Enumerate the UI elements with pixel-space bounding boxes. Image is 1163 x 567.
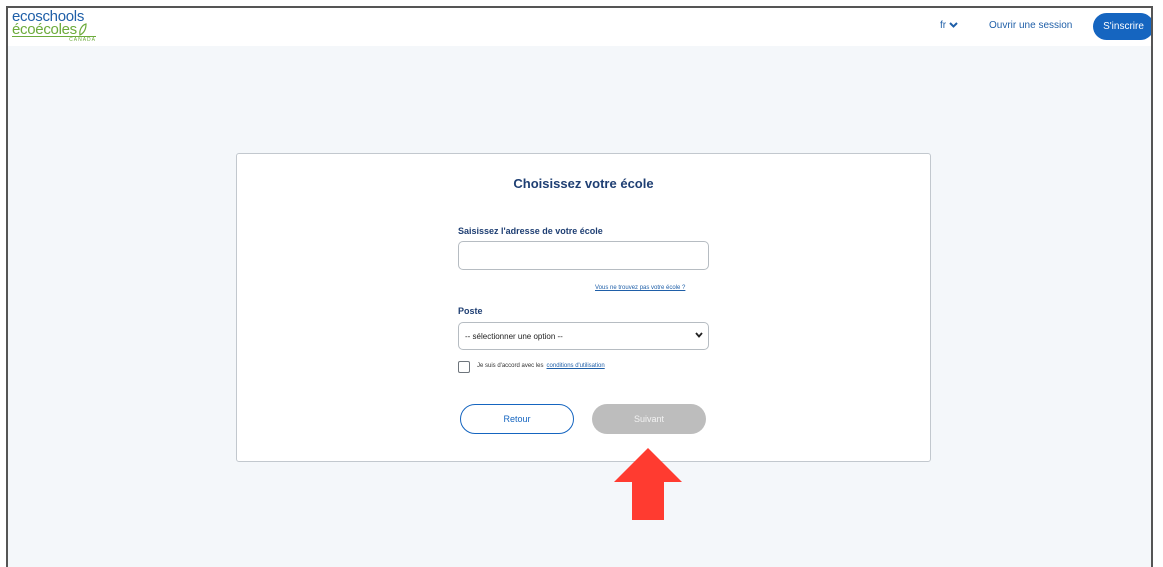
address-label: Saisissez l'adresse de votre école <box>458 226 603 236</box>
terms-agreement: Je suis d'accord avec les conditions d'ut… <box>477 363 605 369</box>
role-label: Poste <box>458 306 483 316</box>
top-navigation-bar: ecoschools écoécoles CANADA fr Ouvrir un… <box>8 8 1151 46</box>
ecoschools-logo[interactable]: ecoschools écoécoles CANADA <box>12 9 106 43</box>
arrow-up-icon <box>614 448 682 520</box>
chevron-down-icon <box>949 22 958 29</box>
logo-line-ecoecoles: écoécoles <box>12 21 77 38</box>
language-label: fr <box>940 20 947 31</box>
terms-checkbox[interactable] <box>458 361 470 373</box>
role-select[interactable]: -- sélectionner une option -- <box>458 322 709 350</box>
login-link[interactable]: Ouvrir une session <box>989 20 1072 31</box>
leaf-icon <box>79 23 87 36</box>
back-button[interactable]: Retour <box>460 404 574 434</box>
role-select-value: -- sélectionner une option -- <box>465 331 563 341</box>
terms-of-use-link[interactable]: conditions d'utilisation <box>547 363 605 369</box>
signup-button[interactable]: S'inscrire <box>1093 13 1151 40</box>
agree-text: Je suis d'accord avec les <box>477 363 544 369</box>
card-title: Choisissez votre école <box>513 176 654 191</box>
language-selector[interactable]: fr <box>940 20 958 31</box>
school-address-input[interactable] <box>458 241 709 270</box>
chevron-down-icon <box>695 332 703 338</box>
browser-frame: ecoschools écoécoles CANADA fr Ouvrir un… <box>6 6 1153 567</box>
school-not-found-link[interactable]: Vous ne trouvez pas votre école ? <box>595 285 685 291</box>
school-selection-card: Choisissez votre école Saisissez l'adres… <box>236 153 931 462</box>
next-button[interactable]: Suivant <box>592 404 706 434</box>
